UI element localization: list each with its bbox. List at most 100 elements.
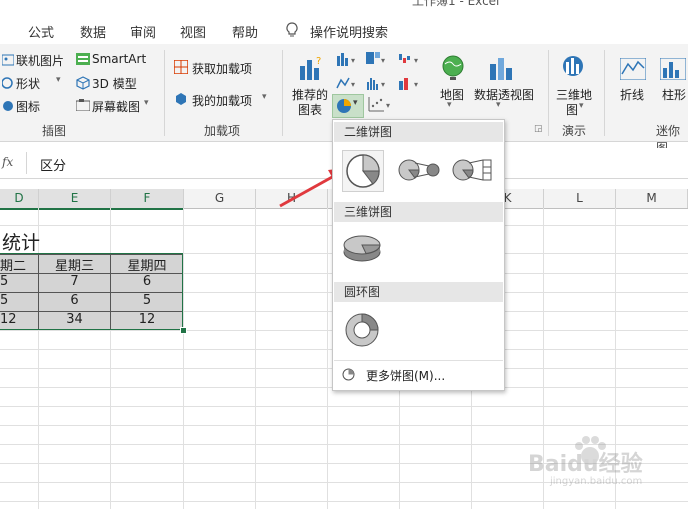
bar-of-pie-icon	[451, 158, 497, 185]
svg-text:▾: ▾	[351, 80, 355, 89]
title-bar: 工作簿1 - Excel	[0, 0, 688, 16]
group-label-addins: 加载项	[204, 124, 241, 138]
lightbulb-icon	[286, 22, 298, 41]
hierarchy-chart-icon[interactable]: ▾	[366, 52, 390, 69]
fill-handle[interactable]	[180, 327, 187, 334]
pie-3d-option[interactable]	[342, 228, 382, 268]
pie-option[interactable]	[342, 150, 384, 192]
my-addins-dropdown-icon[interactable]: ▾	[262, 92, 267, 102]
table-header[interactable]: 星期四	[111, 255, 183, 274]
tab-formulas[interactable]: 公式	[28, 22, 54, 41]
maps-button[interactable]: 地图	[440, 86, 464, 103]
svg-text:▾: ▾	[381, 56, 385, 65]
sheet-title[interactable]: 统计	[2, 228, 40, 255]
3d-model-icon	[76, 76, 90, 93]
line-chart-icon[interactable]: ▾	[336, 76, 360, 93]
screenshot-icon	[75, 99, 91, 114]
screenshot-dropdown-icon[interactable]: ▾	[144, 98, 149, 108]
3d-map-dropdown-icon[interactable]: ▾	[579, 101, 584, 111]
waterfall-chart-icon[interactable]: ▾	[398, 52, 424, 69]
table-header[interactable]: 星期三	[39, 255, 110, 274]
column-header-d[interactable]: D	[0, 189, 39, 210]
shapes-dropdown-icon[interactable]: ▾	[56, 75, 61, 85]
pivot-chart-button[interactable]: 数据透视图	[474, 86, 534, 103]
sparkline-line-icon	[619, 57, 647, 83]
store-icon	[173, 59, 189, 77]
formula-input[interactable]: 区分	[40, 155, 66, 174]
svg-text:▾: ▾	[414, 56, 418, 65]
gridline	[0, 406, 688, 407]
table-cell[interactable]: 6	[111, 274, 183, 289]
pivot-chart-icon	[488, 54, 514, 85]
combo-chart-icon[interactable]: ▾	[398, 76, 424, 93]
pie-dropdown-icon: ▾	[353, 98, 358, 108]
statistic-chart-icon[interactable]: ▾	[366, 76, 390, 93]
recommended-charts-label-2[interactable]: 图表	[298, 101, 322, 118]
table-cell[interactable]: 5	[111, 293, 183, 308]
tab-review[interactable]: 审阅	[130, 22, 156, 41]
column-header-l[interactable]: L	[544, 189, 616, 208]
tab-help[interactable]: 帮助	[232, 22, 258, 41]
column-chart-icon[interactable]: ▾	[336, 52, 360, 69]
group-separator	[548, 50, 549, 136]
table-cell[interactable]: 12	[0, 312, 38, 327]
recommended-charts-icon: ?	[298, 54, 324, 85]
table-cell[interactable]: 6	[39, 293, 110, 308]
pivot-chart-dropdown-icon[interactable]: ▾	[496, 100, 501, 110]
doughnut-option[interactable]	[342, 310, 382, 350]
pie-chart-dropdown: 二维饼图 三维饼图 圆环图 更多饼图(M)...	[332, 119, 505, 391]
bar-of-pie-option[interactable]	[449, 150, 497, 190]
svg-text:▾: ▾	[414, 80, 418, 89]
sparkline-line-button[interactable]: 折线	[620, 86, 644, 103]
ribbon-tabs: 公式 数据 审阅 视图 帮助 操作说明搜索	[0, 16, 688, 44]
table-cell[interactable]: 7	[39, 274, 110, 289]
pie-chart-button[interactable]: ▾	[332, 94, 364, 118]
pie-3d-icon	[342, 232, 382, 267]
tab-data[interactable]: 数据	[80, 22, 106, 41]
tab-view[interactable]: 视图	[180, 22, 206, 41]
shapes-button[interactable]: 形状	[16, 75, 40, 92]
section-doughnut: 圆环图	[334, 282, 503, 302]
table-cell[interactable]: 34	[39, 312, 110, 327]
gridline	[0, 501, 688, 502]
group-separator	[282, 50, 283, 136]
pie-chart-icon	[336, 98, 352, 117]
more-pie-charts-label: 更多饼图(M)...	[366, 369, 446, 383]
table-cell[interactable]: 5	[0, 274, 38, 289]
3d-model-button[interactable]: 3D 模型	[92, 75, 137, 92]
section-2d-pie: 二维饼图	[334, 122, 503, 142]
dialog-launcher-icon[interactable]: ◲	[534, 124, 543, 134]
column-header-g[interactable]: G	[184, 189, 256, 208]
formula-divider	[26, 152, 27, 174]
column-header-e[interactable]: E	[39, 189, 111, 210]
sparkline-column-button[interactable]: 柱形	[662, 86, 686, 103]
pie-of-pie-icon	[397, 158, 443, 185]
sparkline-column-icon	[659, 57, 687, 83]
svg-text:▾: ▾	[386, 101, 390, 110]
tell-me-search[interactable]: 操作说明搜索	[310, 22, 388, 41]
fx-icon[interactable]: fx	[2, 155, 13, 169]
gridline	[0, 425, 688, 426]
smartart-icon	[76, 53, 90, 68]
screenshot-button[interactable]: 屏幕截图	[92, 98, 140, 115]
column-header-f[interactable]: F	[111, 189, 184, 210]
online-pictures-button[interactable]: 联机图片	[16, 52, 64, 69]
column-header-m[interactable]: M	[616, 189, 688, 208]
more-pie-charts-item[interactable]: 更多饼图(M)...	[334, 364, 503, 386]
group-separator	[164, 50, 165, 136]
get-addins-button[interactable]: 获取加载项	[192, 60, 252, 77]
group-label-illustrations: 插图	[42, 124, 67, 138]
pie-of-pie-option[interactable]	[395, 150, 443, 190]
scatter-chart-icon[interactable]: ▾	[368, 96, 394, 115]
icons-button[interactable]: 图标	[16, 98, 40, 115]
table-cell[interactable]: 5	[0, 293, 38, 308]
window-title: 工作簿1 - Excel	[412, 0, 500, 8]
smartart-button[interactable]: SmartArt	[92, 52, 146, 66]
table-cell[interactable]: 12	[111, 312, 183, 327]
my-addins-button[interactable]: 我的加载项	[192, 92, 252, 109]
maps-dropdown-icon[interactable]: ▾	[447, 100, 452, 110]
pie-2d-icon	[345, 153, 381, 192]
3d-map-label-2[interactable]: 图	[566, 101, 578, 118]
table-header[interactable]: 期二	[0, 255, 38, 274]
section-3d-pie: 三维饼图	[334, 202, 503, 222]
